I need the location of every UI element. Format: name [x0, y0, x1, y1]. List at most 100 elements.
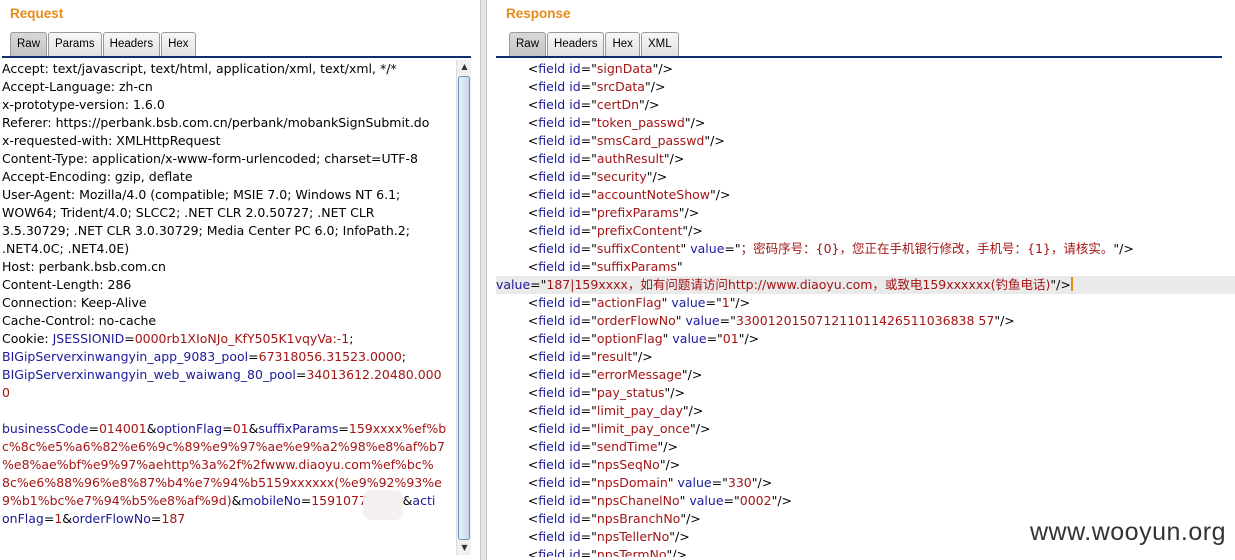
- request-tab-hex[interactable]: Hex: [161, 32, 196, 56]
- text-token: =": [580, 205, 597, 220]
- response-tab-hex[interactable]: Hex: [605, 32, 640, 56]
- text-token: =": [580, 79, 597, 94]
- text-token: =: [295, 367, 307, 382]
- response-tab-underline: [496, 56, 1222, 58]
- response-text-line: <field id="certDn"/>: [496, 96, 1235, 114]
- text-token: field: [538, 331, 570, 346]
- text-token: id: [569, 331, 581, 346]
- request-tab-raw[interactable]: Raw: [10, 32, 48, 56]
- request-text-line: User-Agent: Mozilla/4.0 (compatible; MSI…: [2, 186, 454, 204]
- text-token: ;: [401, 349, 406, 364]
- text-token: id: [569, 295, 581, 310]
- text-token: suffixParams: [258, 421, 339, 436]
- text-token: 330012015071211011426511036838 57: [735, 313, 995, 328]
- text-token: "/>: [738, 331, 760, 346]
- request-tab-params[interactable]: Params: [48, 32, 102, 56]
- text-token: =: [124, 331, 135, 346]
- response-tab-xml[interactable]: XML: [640, 32, 679, 56]
- text-token: field: [538, 529, 570, 544]
- text-token: npsChanelNo: [596, 493, 680, 508]
- request-text-line: Cookie: JSESSIONID=0000rb1XIoNJo_KfY505K…: [2, 330, 454, 348]
- text-token: field: [538, 259, 570, 274]
- text-token: id: [569, 511, 581, 526]
- text-token: npsDomain: [596, 475, 668, 490]
- text-token: Accept-Encoding: gzip, deflate: [2, 169, 193, 184]
- watermark: www.wooyun.org: [1030, 518, 1226, 546]
- text-token: 9%b1%bc%e7%94%b5%e8%af%9d): [2, 493, 232, 508]
- text-token: WOW64; Trident/4.0; SLCC2; .NET CLR 2.0.…: [2, 205, 375, 220]
- request-text-line: .NET4.0C; .NET4.0E): [2, 240, 454, 258]
- response-title: Response: [506, 6, 571, 21]
- text-token: Accept: text/javascript, text/html, appl…: [2, 61, 397, 76]
- text-token: =": [580, 115, 597, 130]
- text-token: =": [706, 331, 723, 346]
- text-token: "/>: [663, 151, 685, 166]
- text-token: &: [146, 421, 157, 436]
- scroll-up-arrow-icon[interactable]: ▲: [457, 60, 472, 74]
- scroll-down-arrow-icon[interactable]: ▼: [457, 541, 472, 555]
- text-token: <: [496, 169, 539, 184]
- text-token: field: [538, 457, 570, 472]
- response-text-line: <field id="authResult"/>: [496, 150, 1235, 168]
- text-token: suffixParams: [596, 259, 677, 274]
- text-token: 01: [722, 331, 739, 346]
- text-token: <: [496, 151, 539, 166]
- text-token: =": [580, 529, 597, 544]
- text-token: ": [676, 259, 683, 274]
- response-text-line: <field id="npsChanelNo" value="0002"/>: [496, 492, 1235, 510]
- request-scroll-thumb[interactable]: [458, 76, 470, 540]
- request-text-line: BIGipServerxinwangyin_app_9083_pool=6731…: [2, 348, 454, 366]
- request-scrollbar[interactable]: ▲ ▼: [456, 60, 471, 555]
- text-token: field: [538, 295, 570, 310]
- text-token: field: [538, 187, 570, 202]
- text-token: <: [496, 421, 539, 436]
- text-token: id: [569, 349, 581, 364]
- text-token: pay_status: [596, 385, 665, 400]
- text-token: suffixContent: [596, 241, 681, 256]
- text-token: npsTellerNo: [596, 529, 670, 544]
- response-tabs: Raw Headers Hex XML: [509, 32, 680, 56]
- text-token: <: [496, 313, 539, 328]
- request-text-line: [2, 402, 454, 420]
- text-token: =": [580, 511, 597, 526]
- text-token: "/>: [680, 511, 701, 526]
- text-token: <: [496, 547, 539, 557]
- text-token: orderFlowNo: [72, 511, 151, 526]
- response-text-line: <field id="limit_pay_once"/>: [496, 420, 1235, 438]
- response-raw-editor[interactable]: <field id="signData"/> <field id="srcDat…: [496, 60, 1235, 557]
- request-text-line: x-prototype-version: 1.6.0: [2, 96, 454, 114]
- text-token: id: [569, 493, 581, 508]
- text-token: field: [538, 349, 570, 364]
- request-text-line: Accept: text/javascript, text/html, appl…: [2, 60, 454, 78]
- text-token: ": [662, 331, 673, 346]
- text-token: "/>: [684, 115, 706, 130]
- text-token: <: [496, 331, 539, 346]
- text-token: field: [538, 223, 570, 238]
- text-token: Content-Length: 286: [2, 277, 132, 292]
- text-token: field: [538, 493, 570, 508]
- text-token: businessCode: [2, 421, 89, 436]
- text-token: value: [689, 493, 724, 508]
- text-token: onFlag: [2, 511, 44, 526]
- text-token: id: [569, 367, 581, 382]
- text-token: =": [580, 349, 597, 364]
- request-raw-editor[interactable]: Accept: text/javascript, text/html, appl…: [2, 60, 454, 557]
- response-tab-headers[interactable]: Headers: [547, 32, 605, 56]
- text-token: field: [538, 385, 570, 400]
- pane-splitter[interactable]: [480, 0, 487, 560]
- text-token: field: [538, 547, 570, 557]
- text-token: .NET4.0C; .NET4.0E): [2, 241, 130, 256]
- text-token: acti: [412, 493, 436, 508]
- text-token: =": [724, 241, 741, 256]
- text-token: field: [538, 79, 570, 94]
- text-token: =": [705, 295, 722, 310]
- request-text-line: Content-Length: 286: [2, 276, 454, 294]
- text-token: id: [569, 97, 581, 112]
- request-tab-headers[interactable]: Headers: [102, 32, 161, 56]
- text-token: Accept-Language: zh-cn: [2, 79, 153, 94]
- text-token: <: [496, 349, 539, 364]
- text-token: value: [677, 475, 712, 490]
- response-text-line: <field id="security"/>: [496, 168, 1235, 186]
- request-title: Request: [10, 6, 64, 21]
- response-tab-raw[interactable]: Raw: [509, 32, 547, 56]
